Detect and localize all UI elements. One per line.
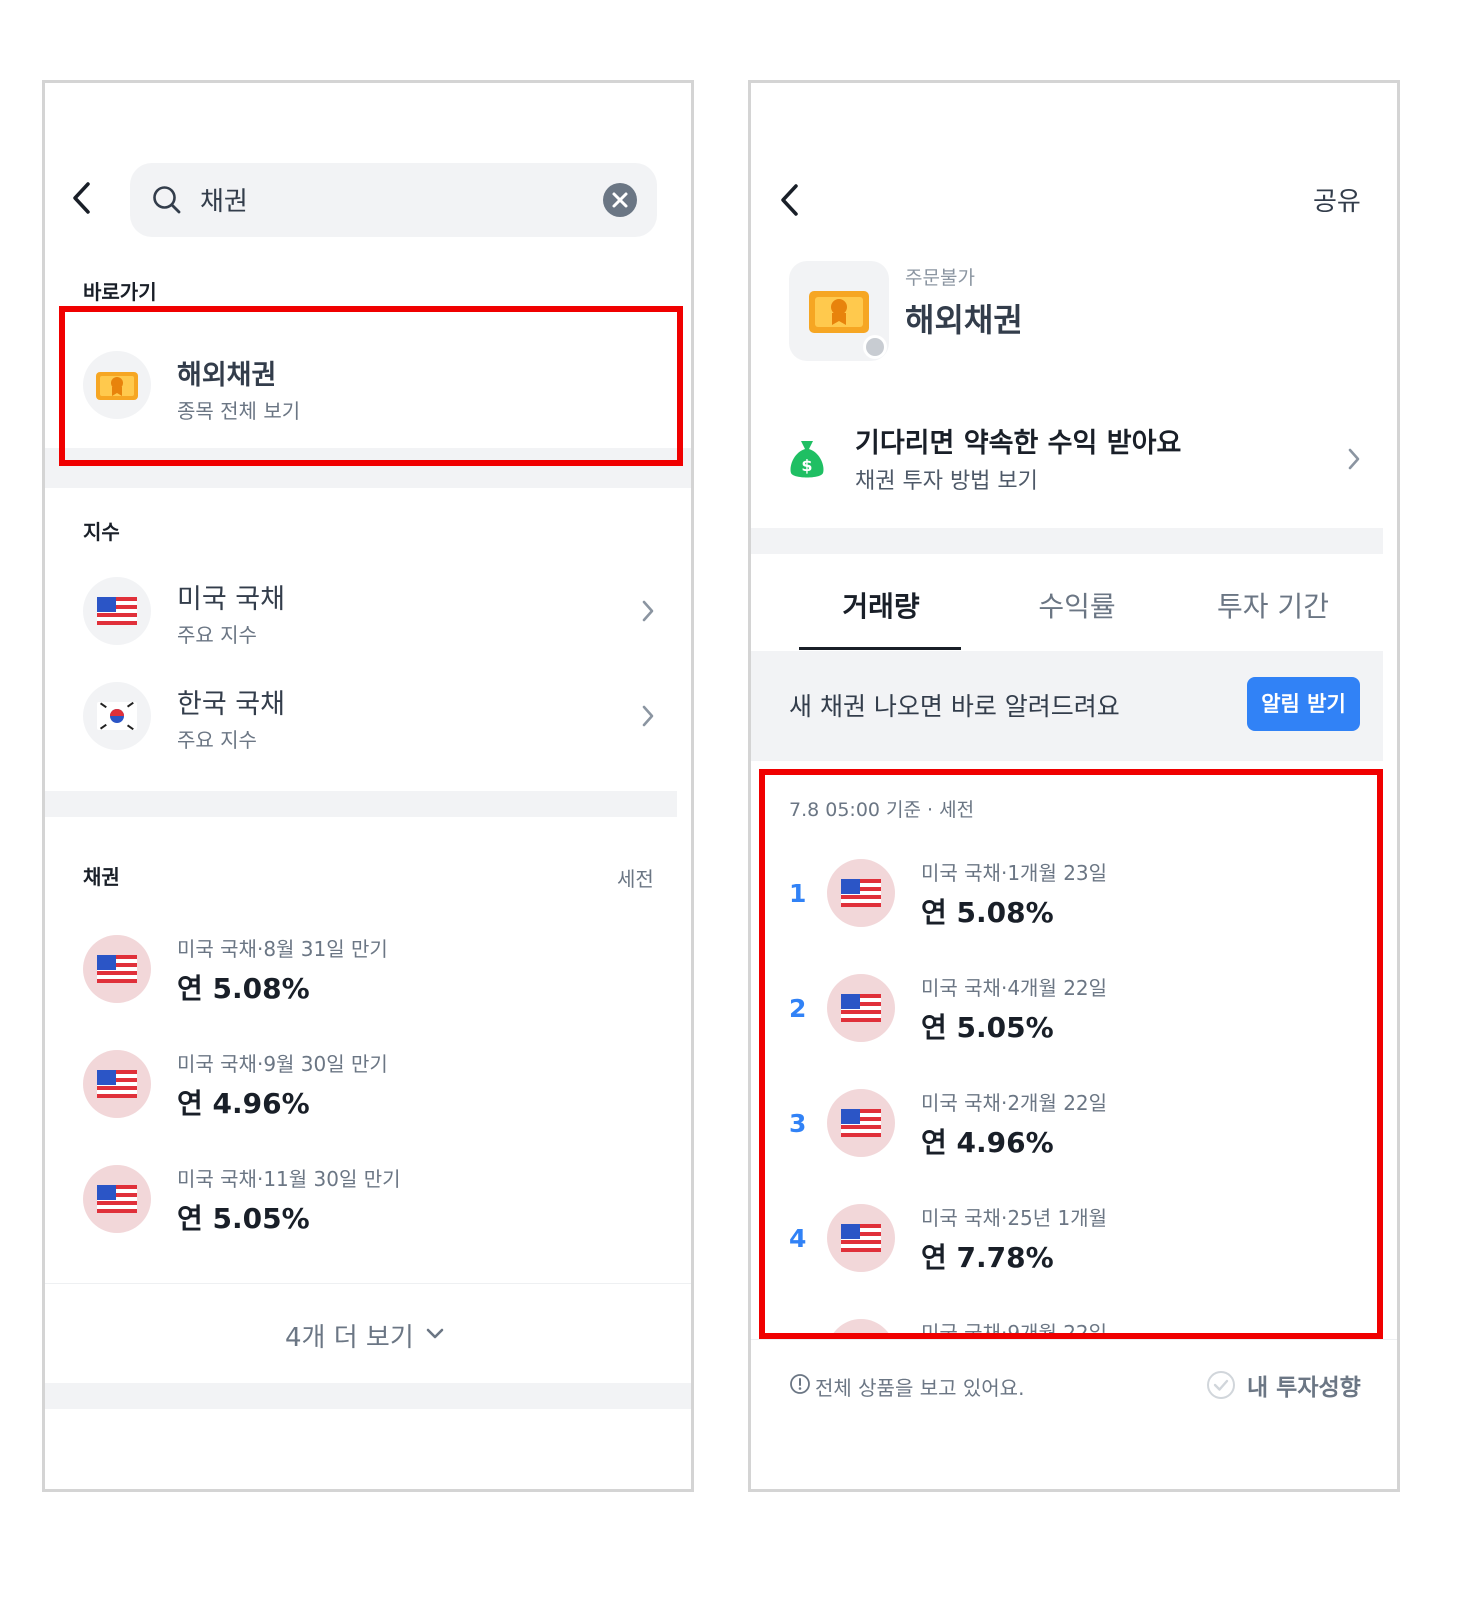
promo-banner[interactable]: $ 기다리면 약속한 수익 받아요 채권 투자 방법 보기 [751, 413, 1397, 503]
divider-line [751, 1339, 1397, 1340]
chevron-right-icon [642, 600, 654, 622]
check-circle-icon [1207, 1371, 1235, 1399]
footer-note: 전체 상품을 보고 있어요. [815, 1376, 1025, 1400]
search-input[interactable]: 채권 [130, 163, 657, 237]
bond-certificate-icon [789, 261, 889, 361]
share-button[interactable]: 공유 [1313, 181, 1361, 218]
bond-name: 미국 국채·11월 30일 만기 [177, 1167, 401, 1191]
notify-text: 새 채권 나오면 바로 알려드려요 [789, 692, 1120, 721]
index-item-kr-treasury[interactable]: 한국 국채 주요 지수 [45, 668, 691, 768]
section-divider [45, 791, 677, 817]
page-title: 해외채권 [905, 301, 1023, 339]
chevron-right-icon [1348, 448, 1360, 470]
money-bag-icon: $ [790, 441, 824, 478]
back-arrow-icon[interactable] [779, 183, 801, 217]
overseas-bonds-screen: 공유 주문불가 해외채권 $ 기다리면 약속한 수익 받아요 채권 투자 방법 … [748, 80, 1400, 1492]
notify-button[interactable]: 알림 받기 [1247, 677, 1360, 731]
search-query: 채권 [200, 187, 248, 217]
order-status-label: 주문불가 [905, 267, 975, 289]
us-flag-icon [83, 1050, 151, 1118]
index-item-subtitle: 주요 지수 [177, 623, 257, 647]
investment-profile-button[interactable]: 내 투자성향 [1201, 1365, 1371, 1405]
investment-profile-label: 내 투자성향 [1247, 1375, 1361, 1401]
bond-list-item[interactable]: 미국 국채·8월 31일 만기 연 5.08% [45, 923, 691, 1023]
bond-rate: 연 5.08% [177, 972, 310, 1005]
divider-line [45, 1283, 691, 1284]
chevron-right-icon [642, 705, 654, 727]
bond-list-item[interactable]: 미국 국채·11월 30일 만기 연 5.05% [45, 1153, 691, 1253]
index-item-title: 미국 국채 [177, 584, 285, 615]
show-more-label: 4개 더 보기 [285, 1323, 414, 1353]
us-flag-icon [83, 577, 151, 645]
section-divider [751, 528, 1383, 554]
bond-rate: 연 4.96% [177, 1087, 310, 1120]
index-item-us-treasury[interactable]: 미국 국채 주요 지수 [45, 563, 691, 663]
index-item-subtitle: 주요 지수 [177, 728, 257, 752]
bond-list-item[interactable]: 미국 국채·9월 30일 만기 연 4.96% [45, 1038, 691, 1138]
kr-flag-icon [83, 682, 151, 750]
info-icon [790, 1374, 810, 1394]
section-divider [45, 1383, 691, 1409]
shortcut-section-label: 바로가기 [83, 280, 157, 304]
promo-title: 기다리면 약속한 수익 받아요 [855, 428, 1182, 459]
active-tab-indicator [799, 647, 961, 650]
close-icon [612, 192, 628, 208]
us-flag-icon [83, 935, 151, 1003]
tab-yield[interactable]: 수익률 [979, 585, 1175, 625]
bond-name: 미국 국채·9월 30일 만기 [177, 1052, 388, 1076]
us-flag-icon [83, 1165, 151, 1233]
index-item-title: 한국 국채 [177, 689, 285, 720]
tab-volume[interactable]: 거래량 [783, 585, 979, 625]
show-more-button[interactable]: 4개 더 보기 [45, 1293, 691, 1373]
svg-text:$: $ [801, 456, 812, 475]
tab-period[interactable]: 투자 기간 [1175, 585, 1371, 625]
clear-search-button[interactable] [603, 183, 637, 217]
search-icon [153, 186, 181, 214]
chevron-down-icon [426, 1328, 444, 1339]
highlight-box-ranked-list [759, 769, 1383, 1339]
tax-basis-label: 세전 [617, 867, 654, 891]
bonds-section-label: 채권 [83, 865, 120, 889]
back-arrow-icon[interactable] [71, 181, 93, 215]
search-screen: 채권 바로가기 해외채권 종목 전체 보기 지수 미국 국채 주요 지수 한국 … [42, 80, 694, 1492]
bond-name: 미국 국채·8월 31일 만기 [177, 937, 388, 961]
index-section-label: 지수 [83, 520, 120, 544]
bond-rate: 연 5.05% [177, 1202, 310, 1235]
promo-subtitle: 채권 투자 방법 보기 [855, 469, 1038, 494]
highlight-box-shortcut [59, 306, 683, 466]
